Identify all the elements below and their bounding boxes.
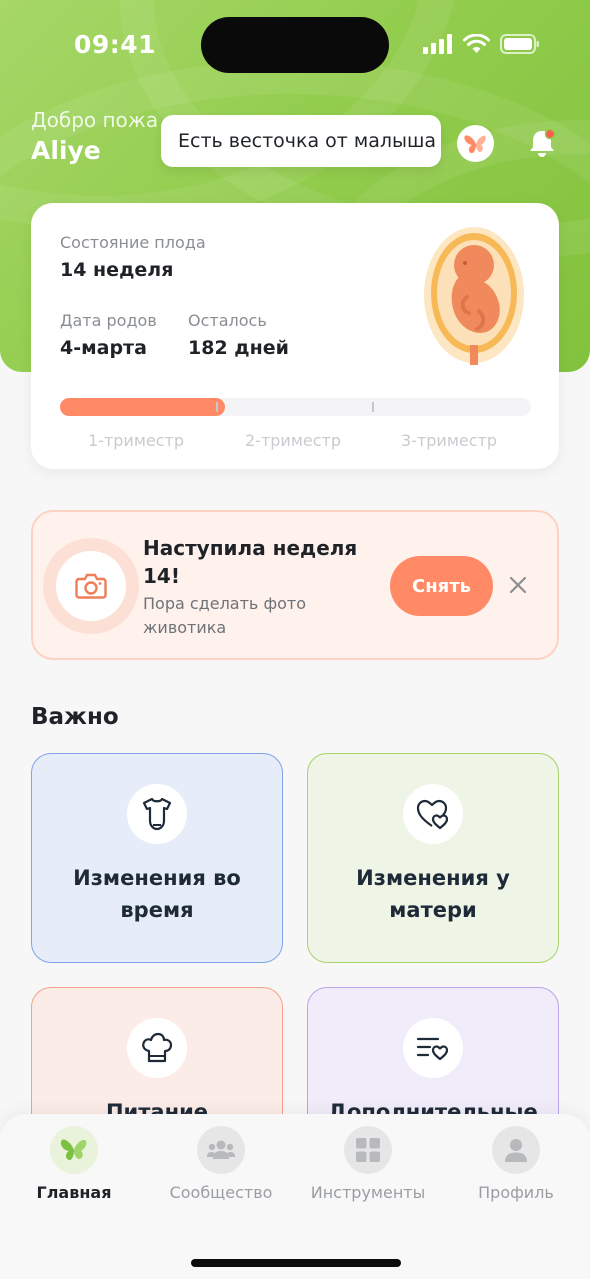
tile-icon-badge	[403, 1018, 463, 1078]
due-date-label: Дата родов	[60, 311, 157, 330]
photo-reminder-card: Наступила неделя 14! Пора сделать фото ж…	[31, 510, 559, 660]
days-left-value: 182 дней	[188, 337, 289, 359]
tab-icon-badge	[50, 1126, 98, 1174]
fetus-illustration	[424, 227, 524, 365]
pregnancy-progress-bar	[60, 398, 531, 416]
heart-list-icon	[416, 1037, 449, 1061]
progress-fill	[60, 398, 225, 416]
tab-icon-badge	[344, 1126, 392, 1174]
tile-changes-during[interactable]: Изменения во время	[31, 753, 283, 963]
progress-tick	[372, 402, 374, 412]
tab-home[interactable]: Главная	[4, 1126, 144, 1202]
tile-icon-badge	[127, 1018, 187, 1078]
baby-message-tooltip[interactable]: Есть весточка от малыша	[161, 115, 441, 167]
chef-hat-icon	[142, 1032, 173, 1063]
tab-profile[interactable]: Профиль	[446, 1126, 586, 1202]
user-name: Aliye	[31, 136, 101, 165]
trimester-1-label: 1-триместр	[88, 431, 185, 450]
welcome-text: Добро пожа	[31, 108, 159, 132]
fetus-state-value: 14 неделя	[60, 259, 174, 281]
bottom-tab-bar: Главная Сообщество Инструменты Профиль	[0, 1114, 590, 1279]
baby-message-button[interactable]	[457, 125, 494, 162]
tab-label: Сообщество	[169, 1183, 273, 1202]
tile-label: Изменения у матери	[356, 866, 510, 922]
butterfly-icon	[60, 1139, 87, 1161]
take-photo-button[interactable]: Снять	[390, 556, 493, 616]
photo-reminder-title: Наступила неделя 14!	[143, 536, 358, 588]
wifi-icon	[463, 34, 490, 53]
tab-label: Инструменты	[310, 1183, 426, 1202]
hearts-icon	[416, 799, 449, 830]
status-icons	[423, 34, 540, 54]
trimester-2-label: 2-триместр	[245, 431, 342, 450]
tile-icon-badge	[127, 784, 187, 844]
tab-icon-badge	[492, 1126, 540, 1174]
baby-bodysuit-icon	[142, 797, 172, 831]
fetus-state-label: Состояние плода	[60, 233, 206, 252]
grid-icon	[356, 1138, 380, 1162]
tab-icon-badge	[197, 1126, 245, 1174]
notifications-button[interactable]	[525, 126, 559, 160]
profile-icon	[505, 1139, 527, 1162]
tile-icon-badge	[403, 784, 463, 844]
tile-label: Изменения во время	[73, 866, 241, 922]
battery-icon	[500, 34, 539, 54]
bell-icon	[530, 128, 556, 157]
tab-label: Главная	[36, 1183, 112, 1202]
status-time: 09:41	[74, 30, 157, 59]
home-indicator[interactable]	[191, 1259, 401, 1267]
tile-mother-changes[interactable]: Изменения у матери	[307, 753, 559, 963]
important-section-title: Важно	[31, 704, 119, 730]
close-icon	[509, 576, 527, 594]
status-bar: 09:41	[0, 0, 590, 90]
dynamic-island	[201, 17, 389, 73]
cellular-signal-icon	[423, 34, 452, 54]
due-date-value: 4-марта	[60, 337, 147, 359]
camera-icon	[75, 573, 107, 599]
trimester-3-label: 3-триместр	[401, 431, 498, 450]
tab-label: Профиль	[478, 1183, 554, 1202]
dismiss-reminder-button[interactable]	[503, 570, 533, 600]
fetus-status-card[interactable]: Состояние плода 14 неделя Дата родов 4-м…	[31, 203, 559, 469]
photo-reminder-subtitle: Пора сделать фото животика	[143, 594, 307, 637]
tab-tools[interactable]: Инструменты	[298, 1126, 438, 1202]
community-icon	[207, 1140, 235, 1159]
days-left-label: Осталось	[188, 311, 267, 330]
butterfly-icon	[463, 134, 486, 153]
progress-tick	[216, 402, 218, 412]
tab-community[interactable]: Сообщество	[151, 1126, 291, 1202]
camera-badge	[43, 538, 139, 634]
